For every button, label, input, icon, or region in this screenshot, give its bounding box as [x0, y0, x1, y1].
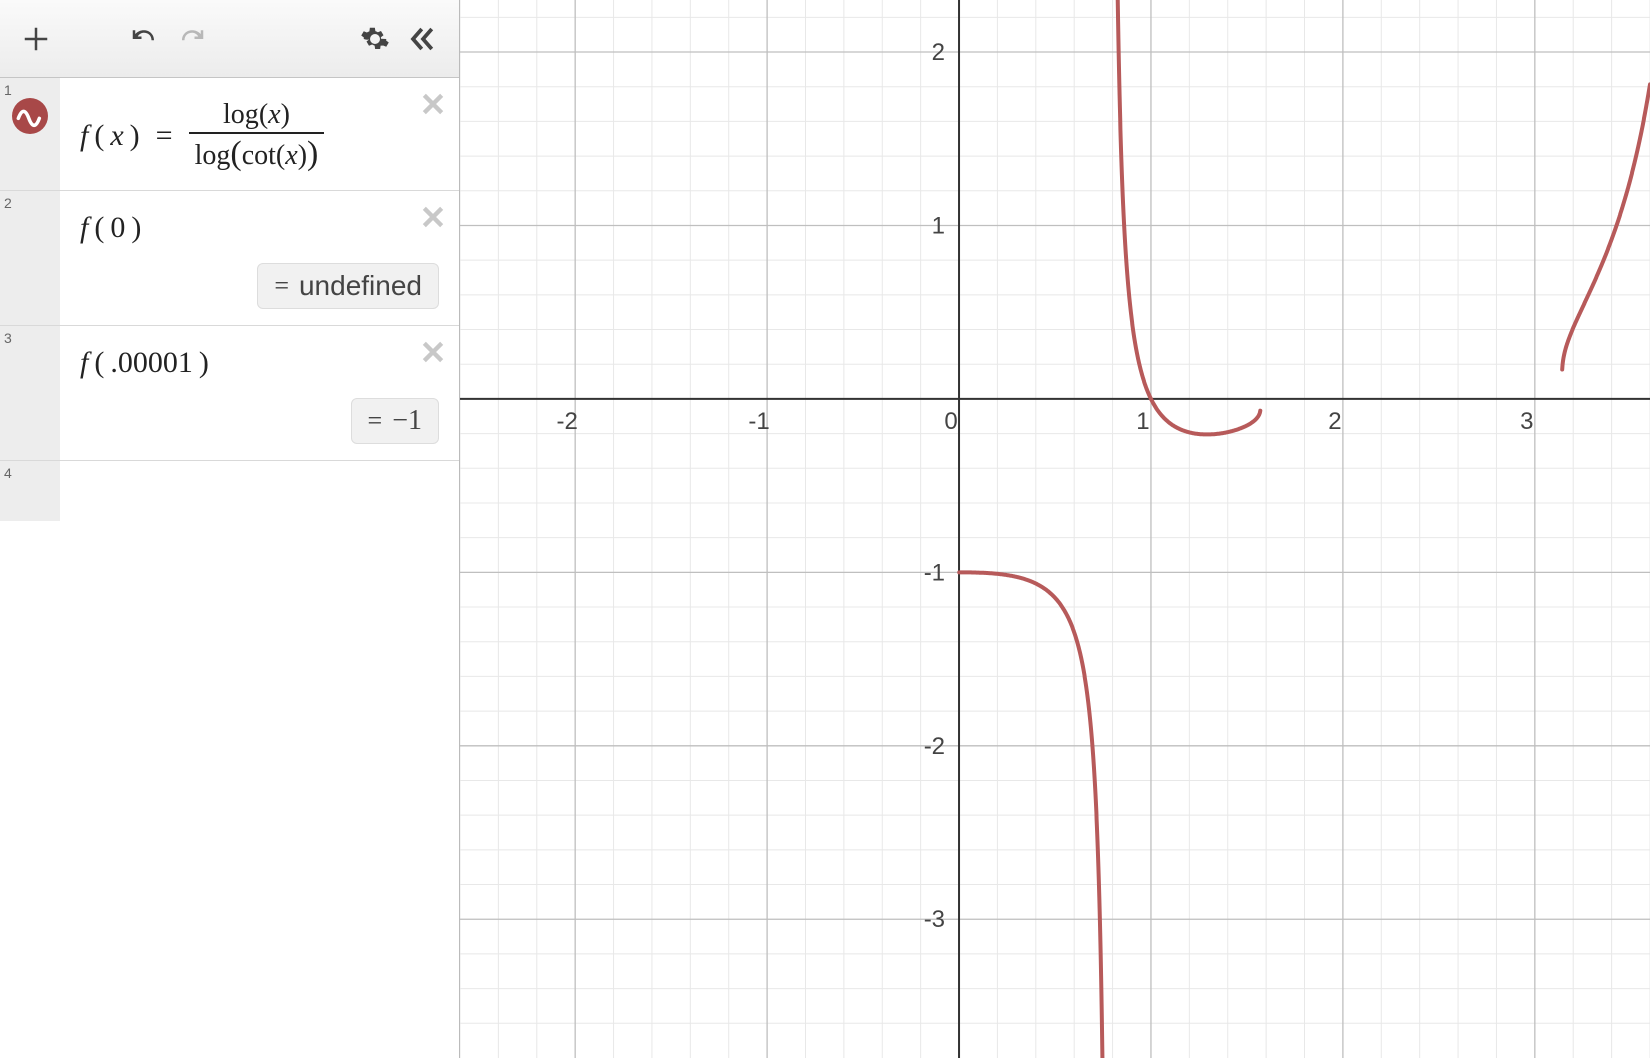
fn-arg: .00001 — [110, 346, 193, 380]
expression-math: f ( .00001 ) — [80, 346, 439, 380]
expression-gutter: 1 — [0, 78, 60, 190]
paren-close: ) — [131, 211, 141, 245]
redo-icon — [177, 24, 207, 54]
delete-expression-button[interactable] — [417, 201, 449, 233]
fn-name: f — [80, 211, 88, 245]
expression-row[interactable]: 1 f ( x ) = log(x) — [0, 78, 459, 191]
result-value: undefined — [299, 270, 422, 302]
x-tick-label: 3 — [1520, 408, 1533, 435]
expression-body[interactable]: f ( 0 ) = undefined — [60, 191, 459, 325]
expression-row[interactable]: 2 f ( 0 ) = undefined — [0, 191, 459, 326]
paren-close: ) — [130, 119, 140, 153]
collapse-panel-button[interactable] — [399, 15, 447, 63]
x-tick-label: -2 — [556, 408, 577, 435]
close-icon — [420, 204, 446, 230]
graph-area[interactable]: -2 -1 0 1 2 3 -3 -2 -1 1 2 — [460, 0, 1650, 1058]
expression-body[interactable] — [60, 461, 459, 521]
paren-open: ( — [94, 346, 104, 380]
close-icon — [420, 339, 446, 365]
expression-gutter: 4 — [0, 461, 60, 521]
paren-open: ( — [94, 211, 104, 245]
redo-button[interactable] — [168, 15, 216, 63]
close-icon — [420, 91, 446, 117]
result-chip[interactable]: = undefined — [257, 263, 439, 309]
expression-row-empty[interactable]: 4 — [0, 461, 459, 521]
expression-gutter: 2 — [0, 191, 60, 325]
expression-body[interactable]: f ( .00001 ) = −1 — [60, 326, 459, 460]
wave-icon — [16, 102, 44, 130]
den-inner-arg: x — [285, 140, 297, 171]
y-tick-label: -3 — [924, 906, 945, 933]
expression-gutter: 3 — [0, 326, 60, 460]
expression-math: f ( x ) = log(x) log(cot(x)) — [80, 98, 439, 174]
num-fn: log — [223, 99, 259, 130]
delete-expression-button[interactable] — [417, 336, 449, 368]
settings-button[interactable] — [351, 15, 399, 63]
x-tick-label: 0 — [944, 408, 957, 435]
y-tick-label: -1 — [924, 559, 945, 586]
delete-expression-button[interactable] — [417, 88, 449, 120]
gear-icon — [360, 24, 390, 54]
undo-icon — [129, 24, 159, 54]
graph-canvas[interactable]: -2 -1 0 1 2 3 -3 -2 -1 1 2 — [460, 0, 1650, 1058]
plot-toggle-icon[interactable] — [12, 98, 48, 134]
paren-open: ( — [94, 119, 104, 153]
fn-arg: 0 — [110, 211, 125, 245]
fn-name: f — [80, 119, 88, 153]
row-number: 4 — [4, 465, 12, 481]
fn-name: f — [80, 346, 88, 380]
result-chip[interactable]: = −1 — [351, 398, 439, 444]
result-value: −1 — [392, 405, 422, 437]
panel-toolbar — [0, 0, 459, 78]
y-tick-label: -2 — [924, 733, 945, 760]
expression-panel: 1 f ( x ) = log(x) — [0, 0, 460, 1058]
paren-close: ) — [199, 346, 209, 380]
num-arg: x — [268, 99, 280, 130]
expression-math: f ( 0 ) — [80, 211, 439, 245]
chevron-double-left-icon — [408, 24, 438, 54]
x-tick-label: -1 — [748, 408, 769, 435]
equals-icon: = — [274, 271, 289, 301]
y-tick-label: 2 — [932, 39, 945, 66]
row-number: 2 — [4, 195, 12, 211]
fn-arg: x — [110, 119, 123, 153]
x-tick-label: 1 — [1136, 408, 1149, 435]
row-number: 1 — [4, 82, 12, 98]
expression-body[interactable]: f ( x ) = log(x) log(cot(x)) — [60, 78, 459, 190]
undo-button[interactable] — [120, 15, 168, 63]
x-tick-label: 2 — [1328, 408, 1341, 435]
den-inner-fn: cot — [242, 140, 276, 171]
y-tick-label: 1 — [932, 212, 945, 239]
fraction: log(x) log(cot(x)) — [189, 98, 325, 174]
expression-list: 1 f ( x ) = log(x) — [0, 78, 459, 1058]
plus-icon — [21, 24, 51, 54]
row-number: 3 — [4, 330, 12, 346]
den-fn: log — [195, 140, 231, 171]
equals: = — [146, 119, 183, 153]
add-button[interactable] — [12, 15, 60, 63]
equals-icon: = — [368, 406, 383, 436]
expression-row[interactable]: 3 f ( .00001 ) = −1 — [0, 326, 459, 461]
